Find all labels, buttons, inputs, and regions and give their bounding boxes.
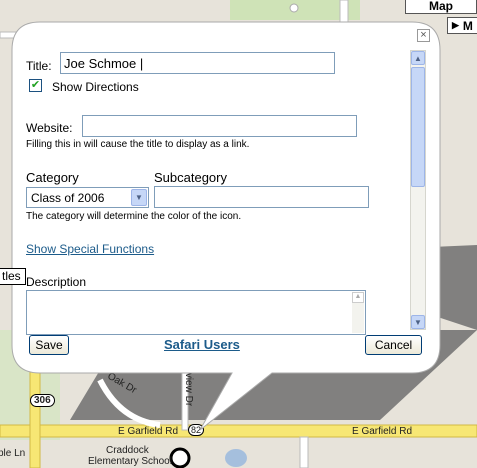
description-label: Description (26, 275, 87, 289)
chevron-down-icon[interactable]: ▼ (131, 189, 147, 206)
title-input[interactable] (60, 52, 335, 74)
category-hint: The category will determine the color of… (26, 211, 242, 222)
category-value: Class of 2006 (31, 191, 105, 205)
category-label: Category (26, 170, 79, 185)
save-button[interactable]: Save (29, 335, 69, 355)
safari-users-link[interactable]: Safari Users (164, 337, 240, 352)
category-select[interactable]: Class of 2006 ▼ (26, 187, 149, 208)
scroll-thumb[interactable] (411, 67, 425, 187)
scroll-down-button[interactable]: ▼ (411, 315, 425, 329)
subcategory-input[interactable] (154, 186, 369, 208)
show-special-functions-link[interactable]: Show Special Functions (26, 242, 154, 256)
description-scrollbar[interactable]: ▲ (352, 292, 364, 333)
website-label: Website: (26, 121, 73, 135)
website-input[interactable] (82, 115, 357, 137)
subcategory-label: Subcategory (154, 170, 227, 185)
cancel-button[interactable]: Cancel (365, 335, 422, 355)
form-scrollbar[interactable]: ▲ ▼ (410, 50, 426, 330)
description-textarea[interactable]: ▲ (26, 290, 366, 335)
checkmark-icon: ✔ (30, 79, 41, 91)
scroll-up-button[interactable]: ▲ (411, 51, 425, 65)
title-label: Title: (26, 59, 52, 73)
description-scroll-up[interactable]: ▲ (352, 292, 364, 303)
close-icon[interactable]: × (417, 29, 430, 42)
website-hint: Filling this in will cause the title to … (26, 139, 250, 150)
marker-form: Title: ✔ Show Directions Website: Fillin… (18, 45, 406, 335)
show-directions-checkbox[interactable]: ✔ (29, 79, 42, 92)
show-directions-label: Show Directions (52, 80, 139, 94)
